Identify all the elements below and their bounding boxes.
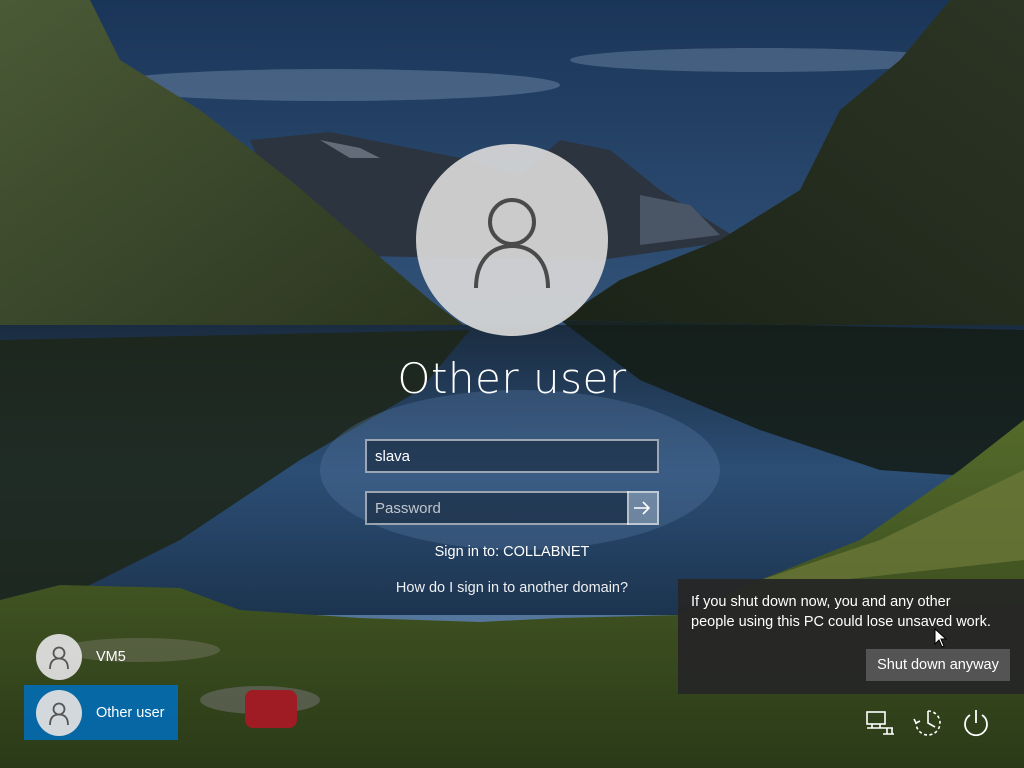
- user-tile-vm5[interactable]: VM5: [24, 629, 178, 684]
- network-icon: [866, 711, 894, 735]
- mouse-cursor-icon: [934, 628, 948, 648]
- power-icon: [964, 710, 988, 737]
- user-tile-label: VM5: [96, 648, 126, 665]
- selected-user-name: Other user: [397, 354, 627, 403]
- avatar: [36, 633, 82, 680]
- user-icon: [474, 198, 550, 288]
- ease-of-access-button[interactable]: [910, 705, 946, 741]
- warning-line-2: people using this PC could lose unsaved …: [691, 614, 991, 630]
- shut-down-anyway-button[interactable]: Shut down anyway: [866, 649, 1010, 681]
- avatar: [36, 689, 82, 736]
- user-tile-label: Other user: [96, 704, 165, 721]
- user-icon: [49, 646, 69, 669]
- username-field[interactable]: [365, 439, 659, 473]
- arrow-right-icon: [634, 501, 651, 515]
- password-input[interactable]: [367, 493, 627, 523]
- user-tile-other-user[interactable]: Other user: [24, 685, 178, 740]
- submit-button[interactable]: [627, 491, 659, 525]
- password-field[interactable]: [365, 491, 629, 525]
- user-icon: [49, 702, 69, 725]
- power-button[interactable]: [958, 705, 994, 741]
- network-button[interactable]: [862, 705, 898, 741]
- warning-line-1: If you shut down now, you and any other: [691, 594, 951, 610]
- user-avatar: [416, 144, 608, 336]
- username-input[interactable]: [367, 441, 657, 471]
- sign-in-domain-text: Sign in to: COLLABNET: [434, 544, 590, 560]
- ease-of-access-icon: [913, 710, 941, 736]
